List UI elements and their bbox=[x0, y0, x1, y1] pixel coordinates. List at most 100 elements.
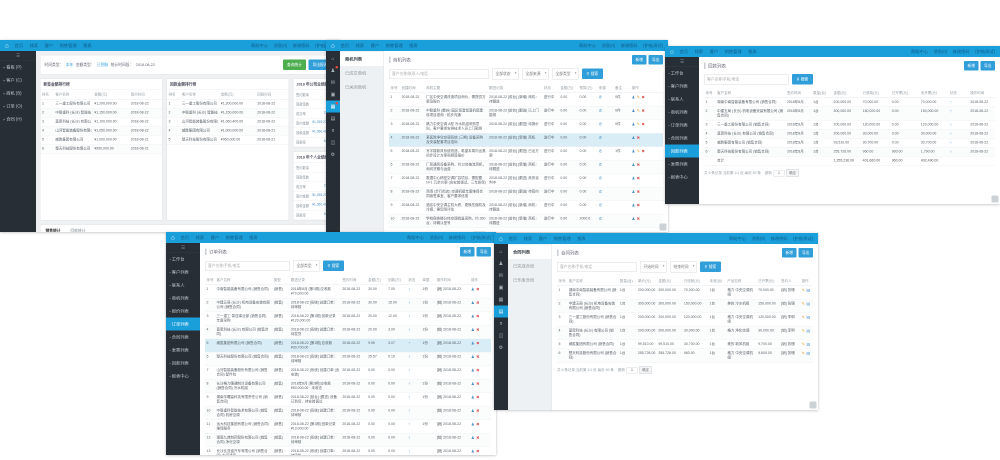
table-row[interactable]: 3三一重工股份有限公司 (销售合同)2018年8月1台200,000.00120… bbox=[704, 120, 995, 129]
cell[interactable]: 厂房通风设备采购，共12台轴流风机，询问货期与运费 bbox=[425, 160, 488, 174]
up-icon[interactable]: ↑ bbox=[408, 341, 410, 346]
search-input[interactable] bbox=[557, 262, 637, 272]
user-icon[interactable]: ♟ bbox=[471, 368, 475, 373]
home-icon[interactable]: ⌂ bbox=[494, 246, 508, 258]
nav-item[interactable]: 修改密码 bbox=[771, 236, 788, 242]
nav-item[interactable]: 修改密码 bbox=[449, 235, 466, 241]
sidebar-toggle-icon[interactable]: ☰ bbox=[166, 243, 200, 253]
edit-icon[interactable]: ✎ bbox=[802, 342, 805, 347]
nav-item[interactable]: 帮助中心 bbox=[251, 43, 268, 49]
table-row[interactable]: 7山河智能装备股份有限公司 (销售合同) 配件包(销售)2018-08-22 [… bbox=[205, 366, 491, 380]
nav-item[interactable]: 首页 bbox=[680, 49, 689, 55]
cell[interactable]: 湖南华曙高科技有限责任公司 (销售合同) bbox=[215, 393, 272, 407]
table-row[interactable]: 6楚天科技股份有限公司¥950,000.002018-08-21 bbox=[41, 144, 163, 153]
app-logo-icon[interactable]: ⌂ bbox=[670, 49, 674, 55]
user-icon[interactable]: ♟ bbox=[471, 328, 475, 333]
scroll-top-button[interactable] bbox=[810, 402, 817, 409]
doc-icon[interactable]: ▤ bbox=[807, 342, 811, 347]
nav-item[interactable]: 线索 bbox=[356, 43, 365, 49]
submenu-item[interactable]: 已关闭商机 bbox=[340, 80, 384, 94]
table-row[interactable]: 1三一重工股份有限公司¥1,200,000.002018-08-22 bbox=[41, 99, 163, 108]
submenu-item[interactable]: 合同列表 bbox=[508, 245, 552, 259]
trash-icon[interactable]: ✖ bbox=[642, 109, 645, 114]
search-input[interactable] bbox=[205, 261, 290, 271]
trash-icon[interactable]: ✖ bbox=[476, 301, 479, 306]
cell[interactable]: 中联重科智能技术有限公司 (销售合同) 机房空调 bbox=[215, 406, 272, 420]
table-row[interactable]: 42018-08-22某医院净化空调系统 (三期) 设备采购及安装配套项目招标2… bbox=[389, 133, 663, 147]
cell[interactable]: 三一重工股份有限公司 (销售合同) bbox=[716, 120, 786, 129]
user-icon[interactable]: ♟ bbox=[632, 136, 636, 141]
cell[interactable]: 三一重工股份有限公司 (销售合同) bbox=[567, 313, 618, 327]
up-icon[interactable]: ↑ bbox=[950, 109, 952, 114]
goto-page-input[interactable] bbox=[773, 170, 784, 177]
user-icon[interactable]: ♟ bbox=[632, 163, 636, 168]
up-icon[interactable]: ↑ bbox=[408, 355, 410, 360]
sidebar-item[interactable]: 合同列表 bbox=[166, 331, 200, 344]
nav-item[interactable]: 帮助中心 bbox=[911, 49, 928, 55]
doc-icon[interactable]: ▤ bbox=[807, 329, 811, 334]
cell[interactable]: 山河智能装备股份有限公司 bbox=[54, 126, 93, 135]
trash-icon[interactable]: ✖ bbox=[476, 449, 479, 454]
nav-item[interactable]: 消息(0) bbox=[933, 49, 947, 55]
user-icon[interactable]: ♟ bbox=[471, 314, 475, 319]
sidebar-item[interactable]: 商机列表 bbox=[166, 292, 200, 305]
edit-icon[interactable]: ✎ bbox=[802, 315, 805, 320]
table-row[interactable]: 12018-08-22厂区中央空调改造项目询价，需提供方案及报价2018-08-… bbox=[389, 93, 663, 107]
nav-item[interactable]: 消息(0) bbox=[273, 43, 287, 49]
phone-icon[interactable]: ✆ bbox=[599, 95, 602, 100]
cell[interactable]: 蓝思科技 (长沙) 有限公司 bbox=[54, 117, 93, 126]
app-logo-icon[interactable]: ⌂ bbox=[331, 43, 335, 49]
cell[interactable]: 学校宿舍楼分体空调批量采购，约 260 台，待确认型号 bbox=[425, 214, 488, 228]
up-icon[interactable]: ↑ bbox=[408, 449, 410, 454]
nav-item[interactable]: 线索 bbox=[524, 236, 533, 242]
phone-icon[interactable]: ✆ bbox=[599, 176, 602, 181]
user-icon[interactable]: ♟ bbox=[471, 422, 475, 427]
cell[interactable]: 长沙格力暖通制冷设备有限公司 (销售合同) 冷水机组 bbox=[215, 379, 272, 393]
phone-icon[interactable]: ✆ bbox=[599, 122, 602, 127]
user-icon[interactable]: ♟ bbox=[632, 109, 636, 114]
file-icon[interactable]: ▤ bbox=[494, 306, 508, 318]
nav-item[interactable]: 帮助中心 bbox=[579, 43, 596, 49]
trash-icon[interactable]: ✖ bbox=[637, 176, 640, 181]
table-row[interactable]: 合计1,255,236.00401,660.00960.00402,490.00 bbox=[704, 156, 995, 165]
nav-item[interactable]: 客户 bbox=[45, 43, 54, 49]
trash-icon[interactable]: ✖ bbox=[476, 287, 479, 292]
cell[interactable]: 中建五局 (长沙) 机电设备安装有限公司 (销售合同) bbox=[567, 299, 618, 313]
search-button[interactable]: ⚲ 搜索 bbox=[323, 261, 344, 272]
submenu-item[interactable]: 已完成合同 bbox=[508, 259, 552, 273]
users-icon[interactable]: ♟ bbox=[326, 65, 340, 77]
up-icon[interactable]: ↑ bbox=[408, 368, 410, 373]
table-row[interactable]: 3三一重工股份有限公司 (销售合同)1台200,000.00200,000.00… bbox=[557, 313, 813, 327]
table-row[interactable]: 2中联重科 (长沙) 智能技术有限公司¥1,150,000.002018-08-… bbox=[41, 108, 163, 117]
submenu-item[interactable]: 已成交商机 bbox=[340, 66, 384, 80]
user-icon[interactable]: ♟ bbox=[632, 190, 636, 195]
user-icon[interactable]: ♟ bbox=[632, 217, 636, 222]
table-row[interactable]: 6楚天科技股份有限公司 (销售合同)2018年8月1台255,726.00960… bbox=[704, 147, 995, 156]
phone-icon[interactable]: ✆ bbox=[599, 109, 602, 114]
sidebar-item[interactable]: 合同 (H) bbox=[0, 113, 36, 126]
nav-item[interactable]: 报表 bbox=[83, 43, 92, 49]
table-row[interactable]: 3山河智能装备股份有限公司¥1,060,400.002018-08-22 bbox=[167, 117, 289, 126]
nav-item[interactable]: 帮助中心 bbox=[729, 236, 746, 242]
up-icon[interactable]: ↑ bbox=[408, 436, 410, 441]
sidebar-item[interactable]: 报表中心 bbox=[166, 370, 200, 383]
header-button[interactable]: 新增 bbox=[964, 61, 979, 71]
doc-icon[interactable]: ▤ bbox=[807, 315, 811, 320]
table-row[interactable]: 9湖南华曙高科技有限责任公司 (销售合同)(销售)2018-08-22 [前台]… bbox=[205, 393, 491, 407]
nav-item[interactable]: (护航测试) bbox=[975, 49, 995, 55]
cell[interactable]: 某医院净化空调系统 (三期) 设备采购及安装配套项目招标 bbox=[425, 133, 488, 147]
users-icon[interactable]: ♟ bbox=[494, 258, 508, 270]
cell[interactable]: 中建五局 (长沙) 机电设备安装有限公司 (销售合同) bbox=[215, 298, 272, 312]
table-row[interactable]: 102018-08-22学校宿舍楼分体空调批量采购，约 260 台，待确认型号2… bbox=[389, 214, 663, 228]
user-icon[interactable]: ♟ bbox=[471, 355, 475, 360]
nav-item[interactable]: 销售管理 bbox=[60, 43, 77, 49]
user-icon[interactable]: ♟ bbox=[471, 395, 475, 400]
edit-icon[interactable]: ✎ bbox=[802, 351, 805, 356]
nav-item[interactable]: 销售管理 bbox=[554, 236, 571, 242]
sidebar-item[interactable]: 报价列表 bbox=[166, 305, 200, 318]
filter-amount-type-link[interactable]: 已到账 bbox=[97, 62, 108, 68]
scroll-top-button[interactable] bbox=[660, 224, 667, 231]
up-icon[interactable]: ↑ bbox=[408, 395, 410, 400]
table-row[interactable]: 2中建五局 (长沙) 机电设备安装有限公司 (销售合同)2018年8月1台300… bbox=[704, 107, 995, 121]
cell[interactable]: 威胜集团有限公司 (销售合同) bbox=[716, 138, 786, 147]
